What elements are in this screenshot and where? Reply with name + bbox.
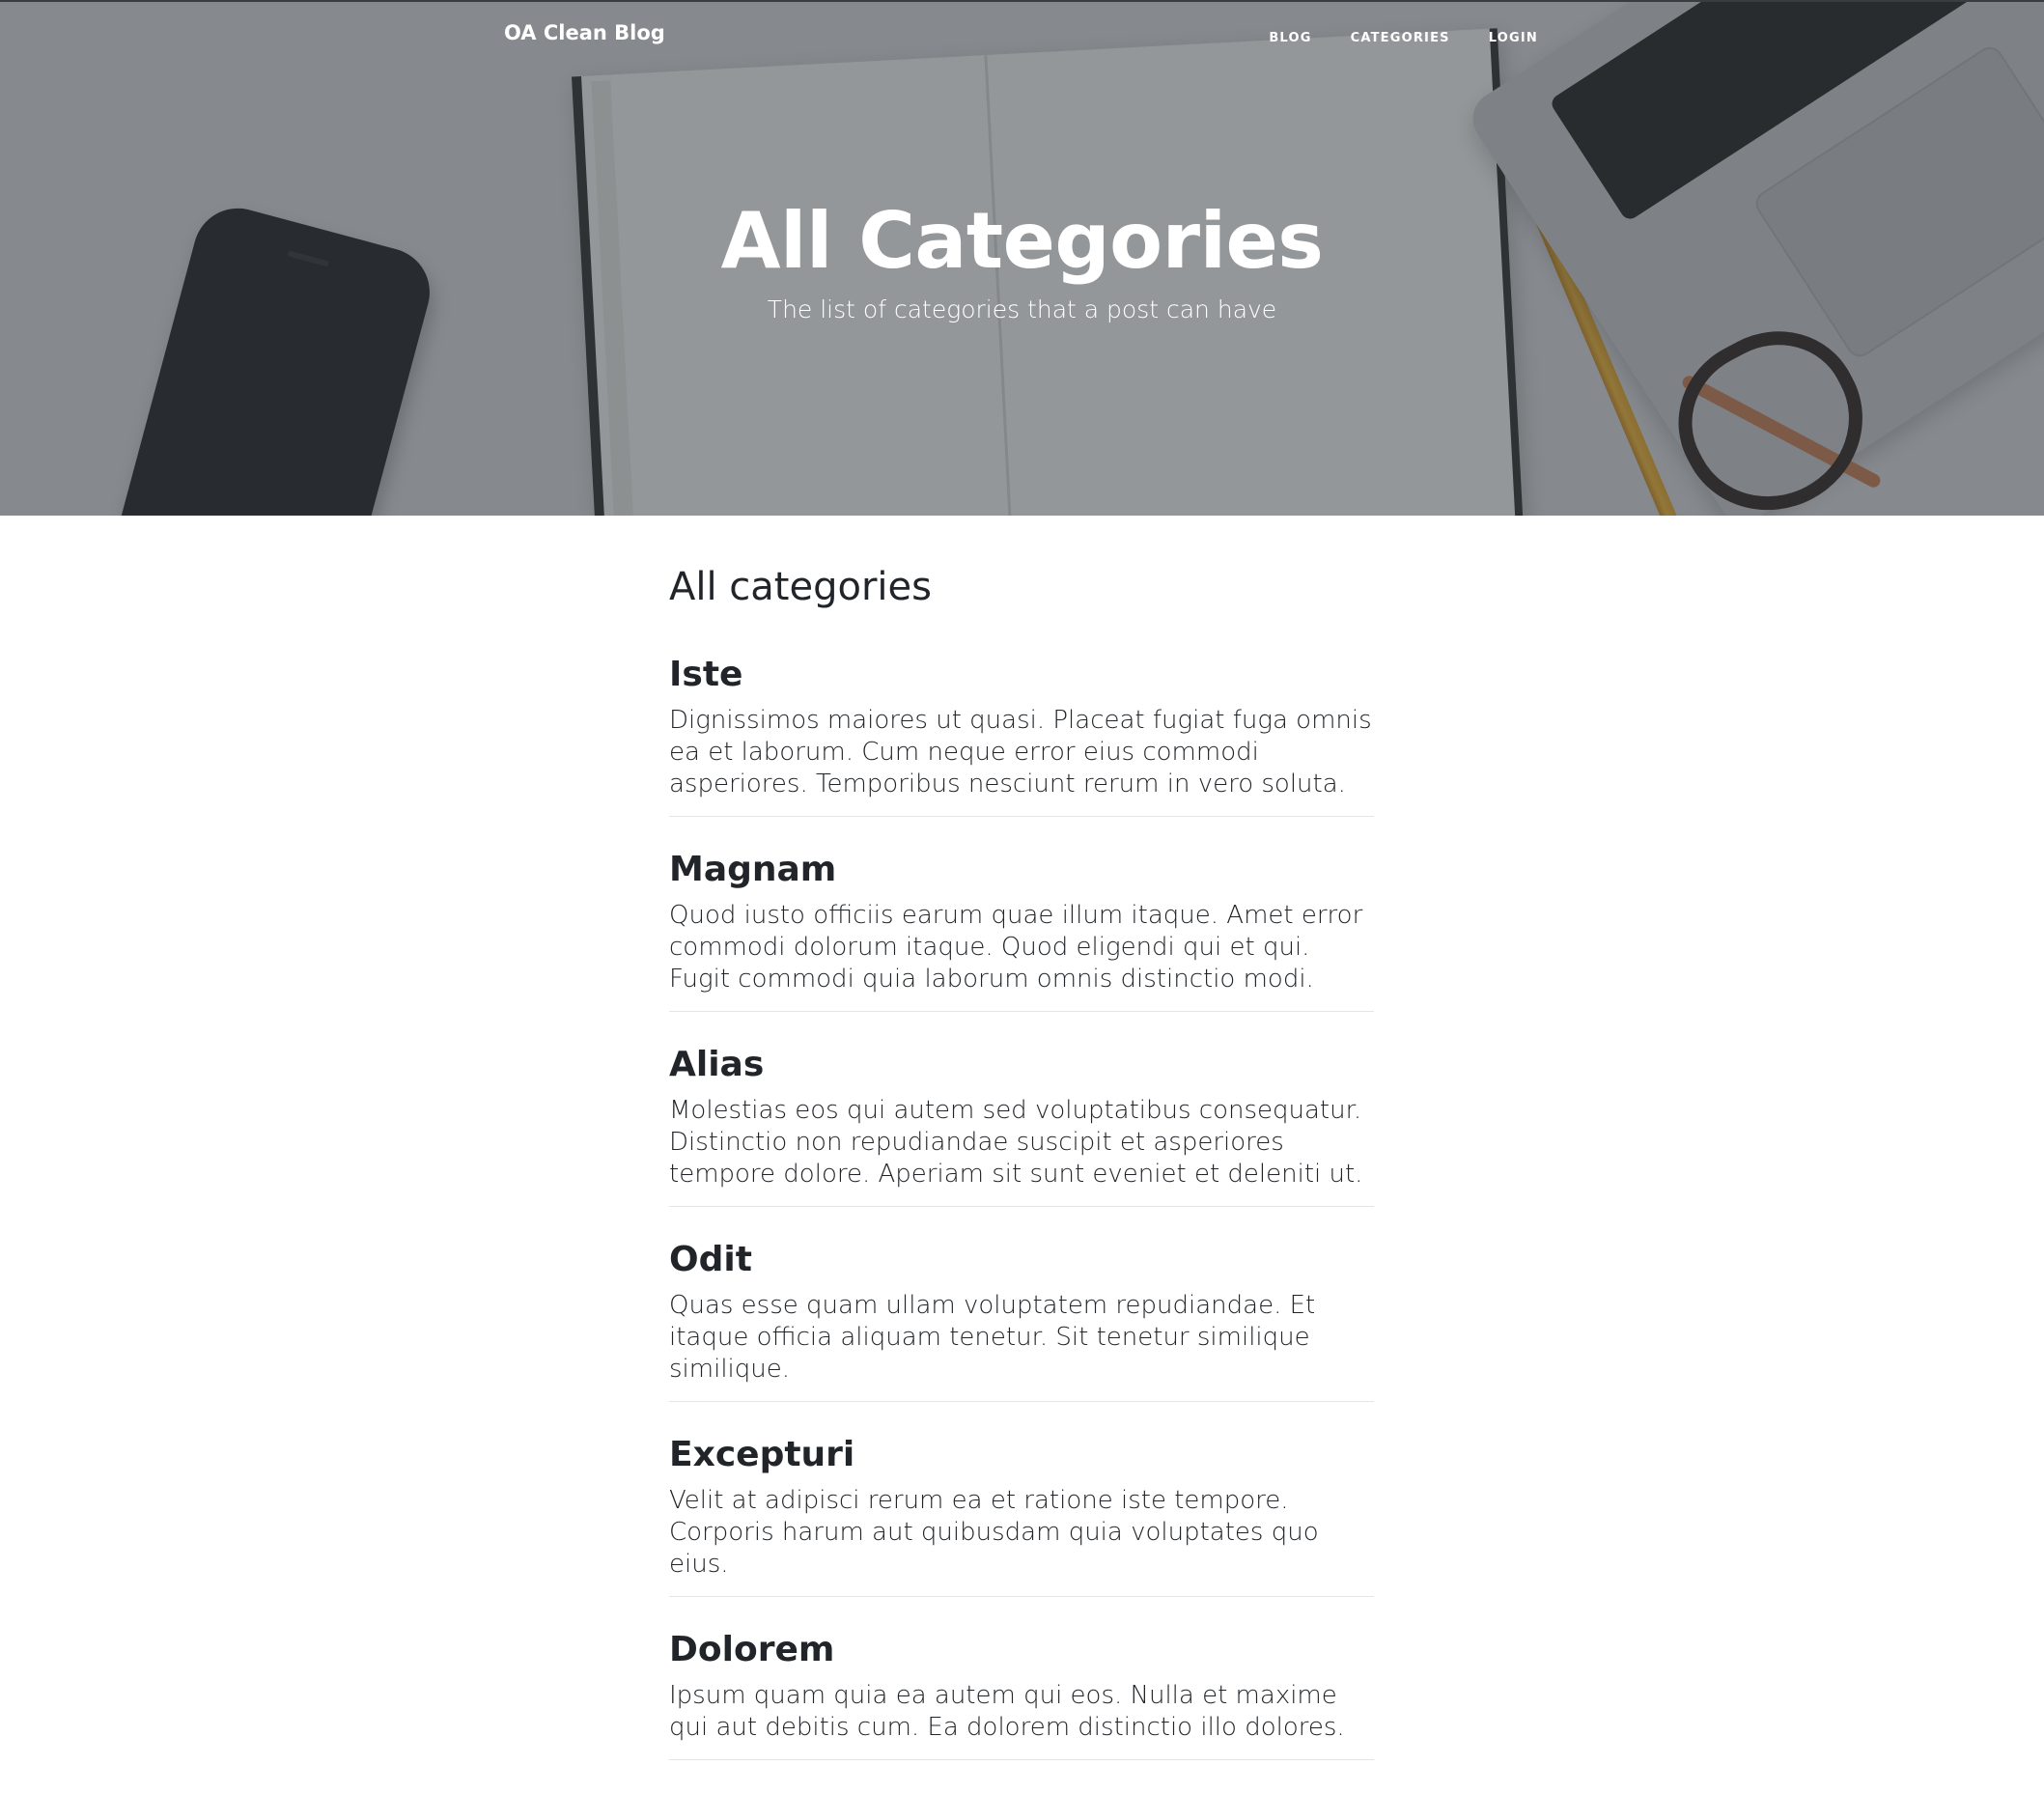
nav-item-categories: CATEGORIES <box>1351 27 1450 45</box>
page-subtitle: The list of categories that a post can h… <box>767 295 1277 323</box>
category-name[interactable]: Iste <box>669 655 1374 695</box>
category-description: Dignissimos maiores ut quasi. Placeat fu… <box>669 706 1372 798</box>
nav-link-categories[interactable]: CATEGORIES <box>1351 31 1450 45</box>
category-description: Quod iusto officiis earum quae illum ita… <box>669 901 1363 994</box>
category-item: Dolorem Ipsum quam quia ea autem qui eos… <box>669 1630 1374 1760</box>
category-name[interactable]: Odit <box>669 1240 1374 1280</box>
brand-link[interactable]: OA Clean Blog <box>504 21 665 44</box>
category-item: Alias Molestias eos qui autem sed volupt… <box>669 1045 1374 1207</box>
category-item: Magnam Quod iusto officiis earum quae il… <box>669 850 1374 1012</box>
hero-heading: All Categories The list of categories th… <box>0 195 2044 323</box>
page-header: OA Clean Blog BLOG CATEGORIES LOGIN All … <box>0 0 2044 516</box>
category-description: Quas esse quam ullam voluptatem repudian… <box>669 1291 1316 1384</box>
nav-link-login[interactable]: LOGIN <box>1489 31 1538 45</box>
navbar: OA Clean Blog BLOG CATEGORIES LOGIN <box>0 2 2044 70</box>
category-item: Iste Dignissimos maiores ut quasi. Place… <box>669 655 1374 817</box>
main-content: All categories Iste Dignissimos maiores … <box>669 560 1374 1793</box>
nav-links: BLOG CATEGORIES LOGIN <box>1269 27 1538 45</box>
category-name[interactable]: Excepturi <box>669 1435 1374 1475</box>
category-item: Excepturi Velit at adipisci rerum ea et … <box>669 1435 1374 1597</box>
category-name[interactable]: Alias <box>669 1045 1374 1085</box>
category-description: Ipsum quam quia ea autem qui eos. Nulla … <box>669 1681 1345 1742</box>
nav-item-blog: BLOG <box>1269 27 1311 45</box>
nav-link-blog[interactable]: BLOG <box>1269 31 1311 45</box>
category-item: Odit Quas esse quam ullam voluptatem rep… <box>669 1240 1374 1402</box>
category-description: Molestias eos qui autem sed voluptatibus… <box>669 1096 1363 1189</box>
page-title: All Categories <box>720 196 1324 286</box>
category-name[interactable]: Dolorem <box>669 1630 1374 1670</box>
nav-item-login: LOGIN <box>1489 27 1538 45</box>
category-name[interactable]: Magnam <box>669 850 1374 890</box>
category-description: Velit at adipisci rerum ea et ratione is… <box>669 1486 1319 1579</box>
section-title: All categories <box>669 565 932 609</box>
